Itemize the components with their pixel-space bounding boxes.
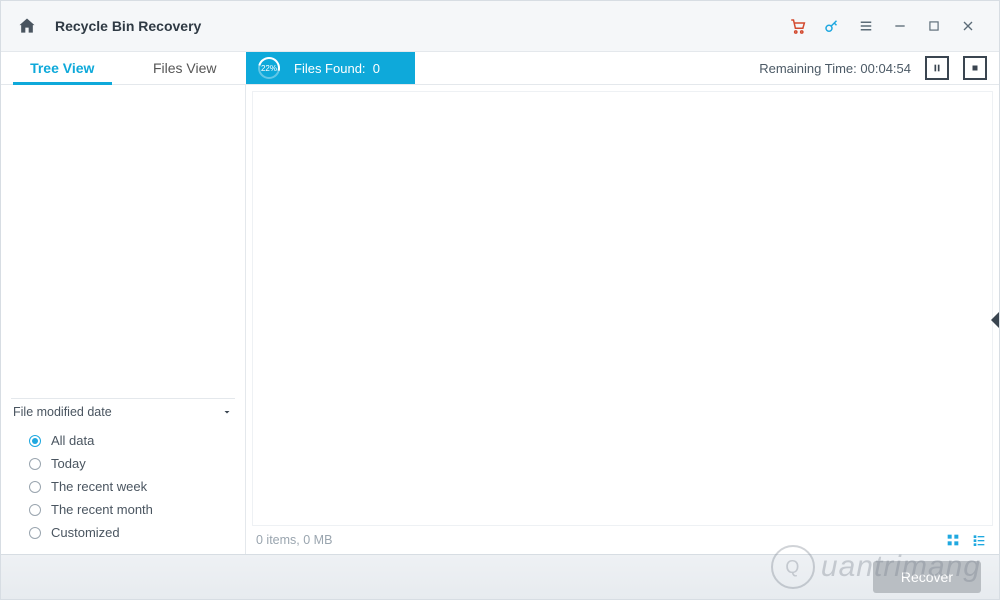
radio-icon <box>29 458 41 470</box>
radio-icon <box>29 527 41 539</box>
radio-icon <box>29 435 41 447</box>
tab-files-view[interactable]: Files View <box>124 52 247 84</box>
tab-tree-view[interactable]: Tree View <box>1 52 124 84</box>
grid-view-icon[interactable] <box>943 530 963 550</box>
results-list <box>252 91 993 526</box>
filter-option[interactable]: Customized <box>29 521 231 544</box>
recover-button[interactable]: Recover <box>873 561 981 593</box>
minimize-button[interactable] <box>885 11 915 41</box>
sidebar: File modified date All data Today The rece… <box>1 85 246 554</box>
scan-bar: Tree View Files View 22% Files Found: 0 … <box>1 52 999 85</box>
home-icon[interactable] <box>17 16 37 36</box>
key-icon[interactable] <box>817 11 847 41</box>
status-summary: 0 items, 0 MB <box>256 533 332 547</box>
filter-title: File modified date <box>13 405 112 419</box>
bottom-bar: Recover <box>1 554 999 599</box>
close-button[interactable] <box>953 11 983 41</box>
list-view-icon[interactable] <box>969 530 989 550</box>
menu-icon[interactable] <box>851 11 881 41</box>
filter-option[interactable]: All data <box>29 429 231 452</box>
page-title: Recycle Bin Recovery <box>55 18 201 34</box>
filter-option-label: All data <box>51 433 94 448</box>
collapse-panel-icon[interactable] <box>991 312 999 328</box>
stop-button[interactable] <box>963 56 987 80</box>
content-area: 0 items, 0 MB <box>246 85 999 554</box>
filter-header[interactable]: File modified date <box>11 398 235 425</box>
radio-icon <box>29 481 41 493</box>
filter-option-label: The recent month <box>51 502 153 517</box>
filter-option-label: The recent week <box>51 479 147 494</box>
tree-area <box>1 85 245 394</box>
filter-option-label: Today <box>51 456 86 471</box>
chevron-down-icon <box>221 406 233 418</box>
cart-icon[interactable] <box>783 11 813 41</box>
pause-button[interactable] <box>925 56 949 80</box>
filter-option[interactable]: Today <box>29 452 231 475</box>
remaining-time: Remaining Time: 00:04:54 <box>759 52 999 84</box>
radio-icon <box>29 504 41 516</box>
filter-option-label: Customized <box>51 525 120 540</box>
filter-option[interactable]: The recent month <box>29 498 231 521</box>
progress-ring-icon: 22% <box>258 57 280 79</box>
files-found-label: Files Found: 0 <box>294 61 380 76</box>
title-bar: Recycle Bin Recovery <box>1 1 999 52</box>
scan-progress-chip: 22% Files Found: 0 <box>246 52 415 84</box>
maximize-button[interactable] <box>919 11 949 41</box>
filter-option[interactable]: The recent week <box>29 475 231 498</box>
